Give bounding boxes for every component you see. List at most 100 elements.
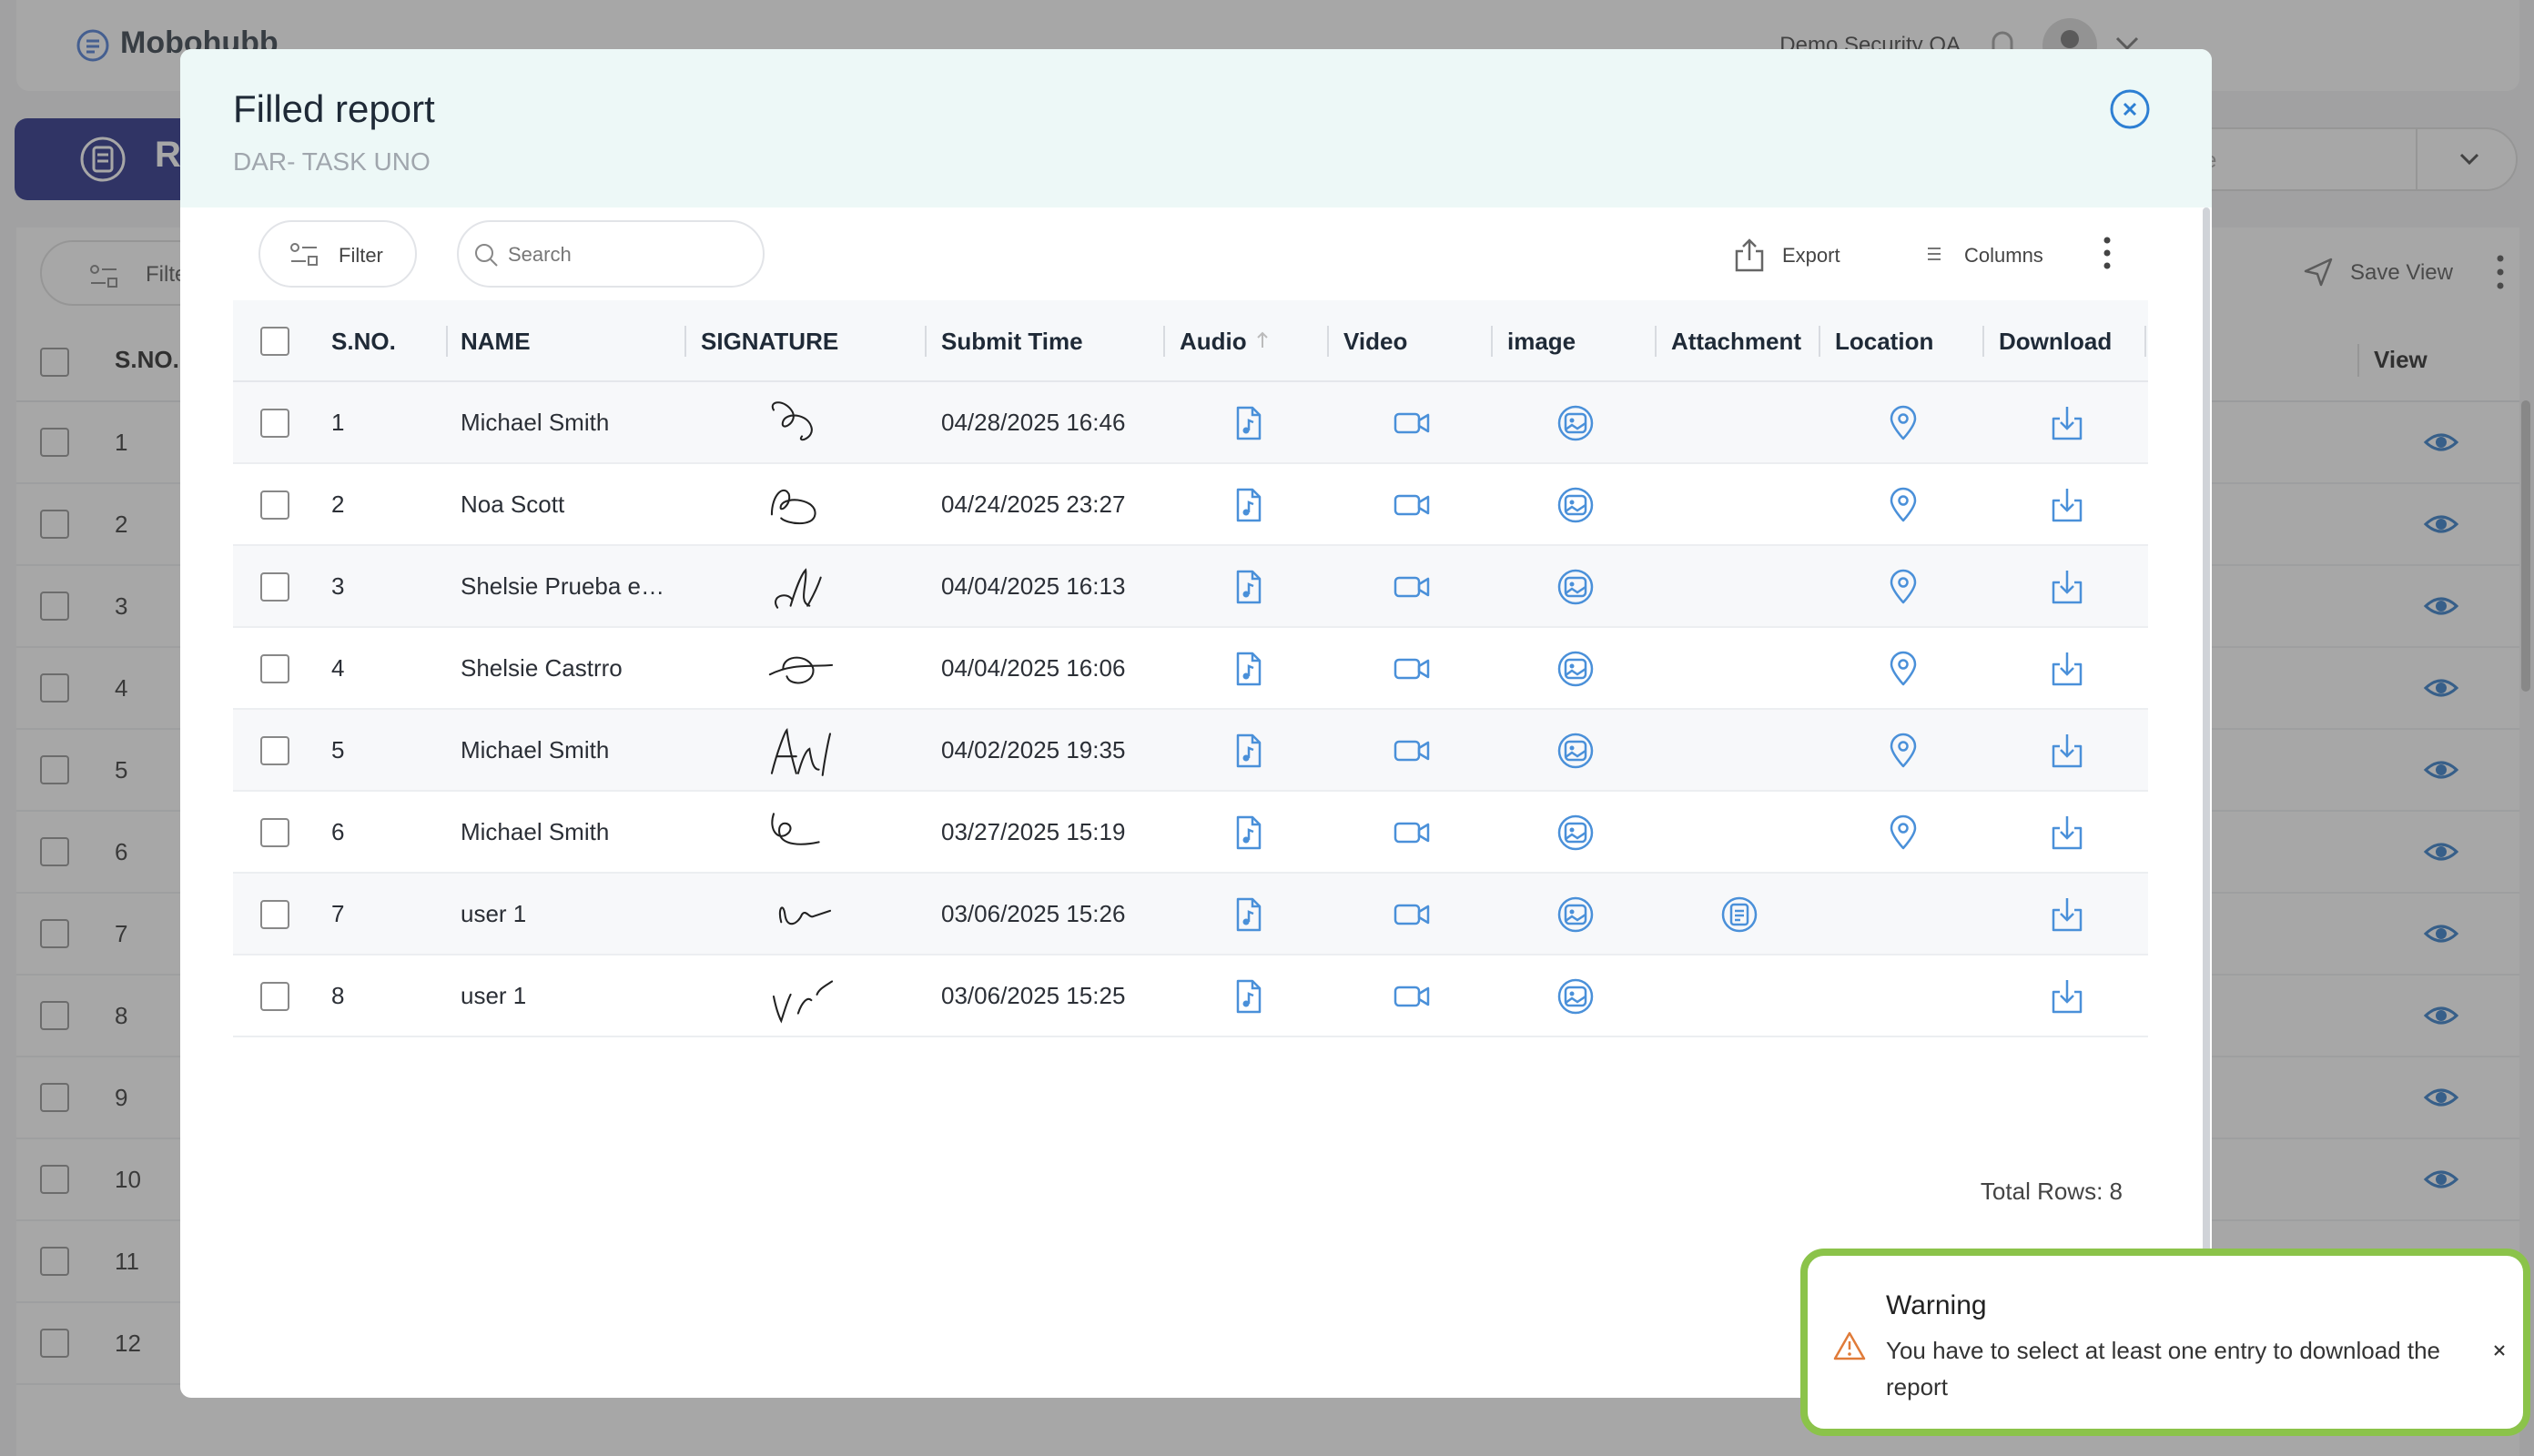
attachment-document-icon[interactable] — [1720, 895, 1759, 934]
select-all-checkbox[interactable] — [260, 327, 289, 356]
column-header-video[interactable]: Video — [1343, 328, 1407, 356]
row-submit-time: 04/02/2025 19:35 — [941, 736, 1126, 763]
column-separator[interactable] — [925, 326, 927, 357]
modal-header: Filled report DAR- TASK UNO — [180, 49, 2212, 207]
row-submit-time: 03/27/2025 15:19 — [941, 818, 1126, 845]
video-camera-icon[interactable] — [1393, 814, 1431, 852]
column-separator[interactable] — [1655, 326, 1657, 357]
video-camera-icon[interactable] — [1393, 486, 1431, 524]
column-header-attachment[interactable]: Attachment — [1671, 328, 1801, 356]
download-icon[interactable] — [2048, 404, 2086, 442]
audio-file-icon[interactable] — [1229, 650, 1267, 688]
table-row[interactable]: 4 Shelsie Castrro 04/04/2025 16:06 — [233, 628, 2148, 710]
download-icon[interactable] — [2048, 568, 2086, 606]
row-name: Shelsie Castrro — [461, 654, 623, 682]
column-separator[interactable] — [1491, 326, 1493, 357]
columns-icon — [1928, 248, 1941, 260]
table-row[interactable]: 7 user 1 03/06/2025 15:26 — [233, 874, 2148, 956]
row-checkbox[interactable] — [260, 572, 289, 602]
video-camera-icon[interactable] — [1393, 732, 1431, 770]
column-separator[interactable] — [684, 326, 686, 357]
download-icon[interactable] — [2048, 895, 2086, 934]
signature-image — [771, 401, 813, 441]
video-camera-icon[interactable] — [1393, 404, 1431, 442]
column-header-signature[interactable]: SIGNATURE — [701, 328, 838, 356]
location-pin-icon[interactable] — [1884, 650, 1922, 688]
column-header-submit-time[interactable]: Submit Time — [941, 328, 1083, 356]
column-separator[interactable] — [446, 326, 448, 357]
audio-file-icon[interactable] — [1229, 977, 1267, 1016]
image-icon[interactable] — [1556, 650, 1595, 688]
column-separator[interactable] — [1819, 326, 1820, 357]
page-scrollbar[interactable] — [2521, 400, 2530, 692]
row-checkbox[interactable] — [260, 818, 289, 847]
row-submit-time: 04/28/2025 16:46 — [941, 409, 1126, 436]
download-icon[interactable] — [2048, 977, 2086, 1016]
row-name: user 1 — [461, 900, 527, 927]
filter-label: Filter — [339, 244, 383, 267]
column-header-image[interactable]: image — [1507, 328, 1576, 356]
close-icon[interactable] — [2108, 87, 2152, 131]
video-camera-icon[interactable] — [1393, 568, 1431, 606]
row-checkbox[interactable] — [260, 409, 289, 438]
download-icon[interactable] — [2048, 650, 2086, 688]
close-icon[interactable] — [2490, 1341, 2509, 1360]
column-header-audio[interactable]: Audio — [1180, 328, 1247, 356]
row-checkbox[interactable] — [260, 982, 289, 1011]
export-button[interactable]: Export — [1728, 226, 1864, 282]
row-submit-time: 04/04/2025 16:13 — [941, 572, 1126, 600]
download-icon[interactable] — [2048, 486, 2086, 524]
video-camera-icon[interactable] — [1393, 650, 1431, 688]
image-icon[interactable] — [1556, 814, 1595, 852]
table-row[interactable]: 6 Michael Smith 03/27/2025 15:19 — [233, 792, 2148, 874]
column-header-name[interactable]: NAME — [461, 328, 531, 356]
more-vertical-icon[interactable] — [2101, 235, 2113, 271]
video-camera-icon[interactable] — [1393, 977, 1431, 1016]
table-row[interactable]: 8 user 1 03/06/2025 15:25 — [233, 956, 2148, 1037]
location-pin-icon[interactable] — [1884, 732, 1922, 770]
sort-arrow-up-icon[interactable] — [1254, 329, 1271, 351]
column-header-download[interactable]: Download — [1999, 328, 2112, 356]
table-row[interactable]: 1 Michael Smith 04/28/2025 16:46 — [233, 382, 2148, 464]
row-checkbox[interactable] — [260, 654, 289, 683]
column-header-location[interactable]: Location — [1835, 328, 1933, 356]
columns-button[interactable]: Columns — [1922, 226, 2095, 282]
image-icon[interactable] — [1556, 404, 1595, 442]
audio-file-icon[interactable] — [1229, 895, 1267, 934]
filled-report-modal: Filled report DAR- TASK UNO Filter Expor… — [180, 49, 2212, 1398]
download-icon[interactable] — [2048, 814, 2086, 852]
image-icon[interactable] — [1556, 568, 1595, 606]
signature-image — [770, 728, 832, 776]
audio-file-icon[interactable] — [1229, 732, 1267, 770]
image-icon[interactable] — [1556, 977, 1595, 1016]
column-separator[interactable] — [1163, 326, 1165, 357]
table-row[interactable]: 3 Shelsie Prueba em... 04/04/2025 16:13 — [233, 546, 2148, 628]
audio-file-icon[interactable] — [1229, 568, 1267, 606]
image-icon[interactable] — [1556, 895, 1595, 934]
search-input[interactable] — [508, 240, 745, 269]
toast-title: Warning — [1886, 1290, 1987, 1320]
location-pin-icon[interactable] — [1884, 404, 1922, 442]
filter-button[interactable]: Filter — [258, 220, 417, 288]
image-icon[interactable] — [1556, 732, 1595, 770]
column-separator[interactable] — [1327, 326, 1329, 357]
row-checkbox[interactable] — [260, 900, 289, 929]
audio-file-icon[interactable] — [1229, 486, 1267, 524]
image-icon[interactable] — [1556, 486, 1595, 524]
location-pin-icon[interactable] — [1884, 486, 1922, 524]
audio-file-icon[interactable] — [1229, 814, 1267, 852]
download-icon[interactable] — [2048, 732, 2086, 770]
audio-file-icon[interactable] — [1229, 404, 1267, 442]
video-camera-icon[interactable] — [1393, 895, 1431, 934]
row-checkbox[interactable] — [260, 490, 289, 520]
column-separator[interactable] — [2144, 326, 2146, 357]
table-row[interactable]: 5 Michael Smith 04/02/2025 19:35 — [233, 710, 2148, 792]
column-separator[interactable] — [1982, 326, 1984, 357]
row-checkbox[interactable] — [260, 736, 289, 765]
modal-scrollbar[interactable] — [2203, 207, 2210, 1296]
table-row[interactable]: 2 Noa Scott 04/24/2025 23:27 — [233, 464, 2148, 546]
location-pin-icon[interactable] — [1884, 568, 1922, 606]
column-header-sno[interactable]: S.NO. — [331, 328, 396, 356]
row-sno: 8 — [331, 982, 345, 1009]
location-pin-icon[interactable] — [1884, 814, 1922, 852]
